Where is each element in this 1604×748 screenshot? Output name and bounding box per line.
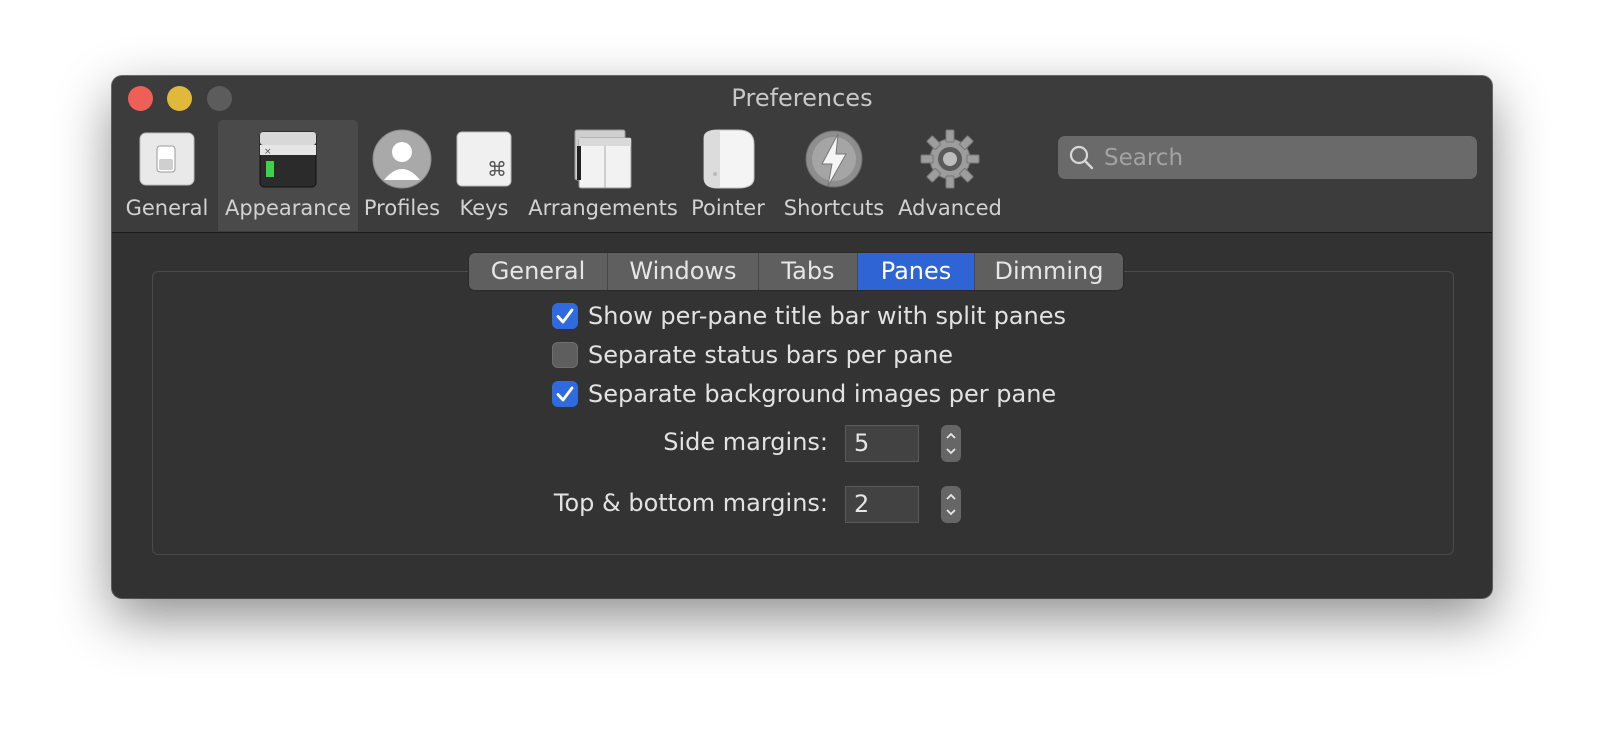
toolbar-general[interactable]: General — [118, 120, 216, 231]
toolbar-profiles[interactable]: Profiles — [360, 120, 444, 231]
window-title: Preferences — [731, 84, 873, 112]
separate-background-images-label: Separate background images per pane — [588, 380, 1057, 408]
command-key-icon: ⌘ — [454, 128, 514, 190]
side-margins-stepper[interactable] — [941, 425, 961, 462]
separate-background-images-option[interactable]: Separate background images per pane — [552, 380, 1056, 408]
switch-icon — [137, 128, 197, 190]
tab-tabs[interactable]: Tabs — [759, 253, 858, 290]
top-bottom-margins-field[interactable]: 2 — [845, 486, 919, 523]
tab-dimming[interactable]: Dimming — [975, 253, 1123, 290]
per-pane-title-bar-option[interactable]: Show per-pane title bar with split panes — [552, 302, 1066, 330]
stepper-arrows-icon — [946, 493, 956, 516]
checkmark-icon — [556, 386, 574, 402]
appearance-panel: General Windows Tabs Panes Dimming Show … — [112, 233, 1492, 598]
toolbar-appearance[interactable]: × Appearance — [218, 120, 358, 231]
preferences-window: Preferences General × Appearance Profile… — [112, 76, 1492, 598]
toolbar-pointer[interactable]: Pointer — [688, 120, 768, 231]
search-input[interactable] — [1104, 136, 1464, 179]
toolbar-advanced[interactable]: Advanced — [898, 120, 1002, 231]
side-margins-label: Side margins: — [663, 428, 828, 456]
toolbar-arrangements-label: Arrangements — [528, 196, 678, 220]
user-icon — [372, 128, 432, 190]
toolbar-advanced-label: Advanced — [898, 196, 1002, 220]
separate-background-images-checkbox[interactable] — [552, 381, 578, 407]
separate-status-bars-label: Separate status bars per pane — [588, 341, 954, 369]
toolbar-general-label: General — [125, 196, 209, 220]
separate-status-bars-checkbox[interactable] — [552, 342, 578, 368]
top-bottom-margins-stepper[interactable] — [941, 486, 961, 523]
tab-general[interactable]: General — [469, 253, 608, 290]
window-icon: × — [258, 128, 318, 190]
tab-windows[interactable]: Windows — [608, 253, 759, 290]
separate-status-bars-option[interactable]: Separate status bars per pane — [552, 341, 953, 369]
per-pane-title-bar-label: Show per-pane title bar with split panes — [588, 302, 1066, 330]
stepper-arrows-icon — [946, 432, 956, 455]
svg-text:⌘: ⌘ — [487, 157, 507, 181]
appearance-tabs: General Windows Tabs Panes Dimming — [469, 253, 1123, 290]
title-bar: Preferences General × Appearance Profile… — [112, 76, 1492, 233]
checkmark-icon — [556, 308, 574, 324]
lightning-icon — [804, 128, 864, 190]
toolbar-arrangements[interactable]: Arrangements — [528, 120, 678, 231]
search-field[interactable] — [1058, 136, 1477, 179]
toolbar-shortcuts-label: Shortcuts — [783, 196, 885, 220]
per-pane-title-bar-checkbox[interactable] — [552, 303, 578, 329]
side-margins-field[interactable]: 5 — [845, 425, 919, 462]
top-bottom-margins-label: Top & bottom margins: — [553, 489, 828, 517]
toolbar-profiles-label: Profiles — [363, 196, 441, 220]
toolbar-appearance-label: Appearance — [224, 196, 352, 220]
toolbar-shortcuts[interactable]: Shortcuts — [780, 120, 888, 231]
toolbar-pointer-label: Pointer — [691, 196, 765, 220]
mouse-icon — [698, 128, 758, 190]
toolbar-keys[interactable]: ⌘ Keys — [450, 120, 518, 231]
toolbar-keys-label: Keys — [459, 196, 509, 220]
search-icon — [1069, 145, 1094, 170]
gear-icon — [920, 128, 980, 190]
windows-arrangement-icon — [573, 128, 633, 190]
svg-text:×: × — [264, 147, 272, 157]
tab-panes[interactable]: Panes — [858, 253, 975, 290]
